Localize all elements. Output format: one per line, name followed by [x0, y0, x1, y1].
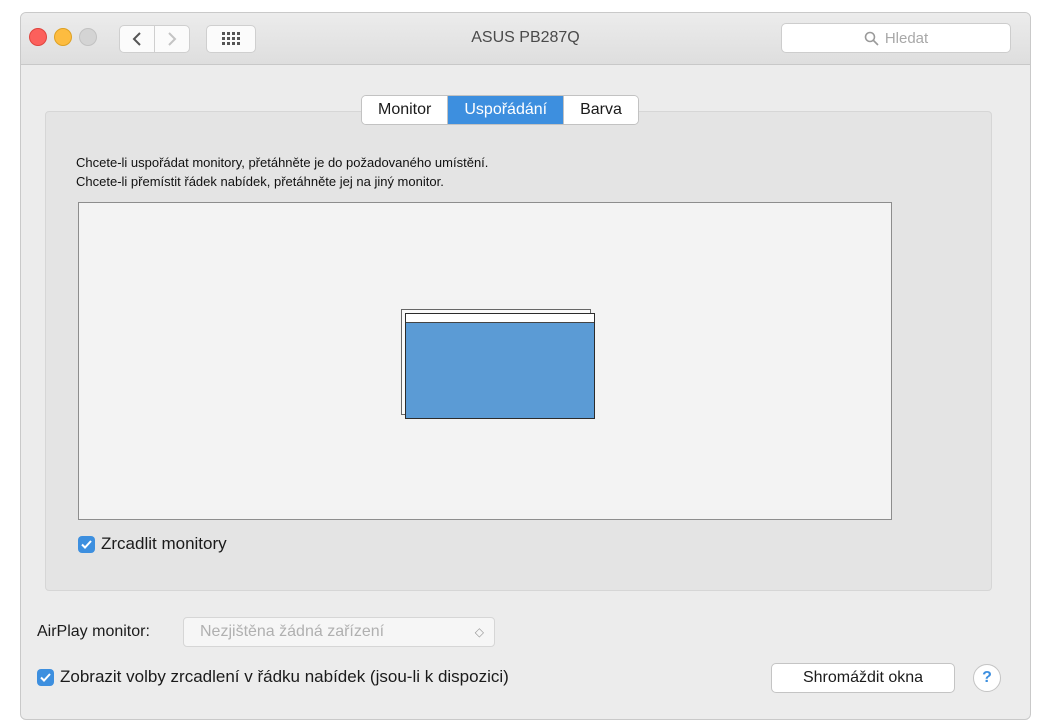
monitor-primary[interactable] — [405, 313, 595, 419]
mirror-displays-option[interactable]: Zrcadlit monitory — [78, 534, 227, 554]
checkmark-icon — [40, 672, 51, 682]
tab-bar: Monitor Uspořádání Barva — [361, 95, 639, 125]
airplay-select-value: Nezjištěna žádná zařízení — [200, 623, 385, 640]
tab-monitor[interactable]: Monitor — [362, 96, 449, 124]
instructions: Chcete-li uspořádat monitory, přetáhněte… — [76, 153, 488, 191]
search-icon — [864, 31, 879, 46]
mirror-displays-checkbox[interactable] — [78, 535, 95, 553]
airplay-label: AirPlay monitor: — [37, 623, 150, 640]
show-mirroring-option[interactable]: Zobrazit volby zrcadlení v řádku nabídek… — [37, 667, 509, 687]
menu-bar-indicator[interactable] — [406, 314, 594, 323]
mirror-displays-label: Zrcadlit monitory — [101, 534, 227, 553]
updown-icon: ◇ — [474, 625, 484, 639]
tab-color[interactable]: Barva — [564, 96, 638, 124]
show-mirroring-label: Zobrazit volby zrcadlení v řádku nabídek… — [60, 667, 509, 686]
display-arrangement-area[interactable] — [78, 202, 892, 520]
search-placeholder: Hledat — [884, 29, 929, 47]
instruction-arrange: Chcete-li uspořádat monitory, přetáhněte… — [76, 155, 489, 170]
preferences-window: ASUS PB287Q Hledat Chcete-li uspořádat m… — [20, 12, 1031, 720]
search-field[interactable]: Hledat — [781, 23, 1011, 53]
checkmark-icon — [81, 539, 92, 549]
help-button[interactable]: ? — [973, 664, 1001, 692]
arrangement-panel: Chcete-li uspořádat monitory, přetáhněte… — [45, 111, 992, 591]
airplay-select[interactable]: Nezjištěna žádná zařízení ◇ — [183, 617, 495, 647]
instruction-menubar: Chcete-li přemístit řádek nabídek, přetá… — [76, 174, 444, 189]
show-mirroring-checkbox[interactable] — [37, 668, 54, 686]
gather-windows-button[interactable]: Shromáždit okna — [771, 663, 955, 693]
tab-arrangement[interactable]: Uspořádání — [448, 96, 565, 124]
title-bar: ASUS PB287Q Hledat — [21, 13, 1030, 65]
